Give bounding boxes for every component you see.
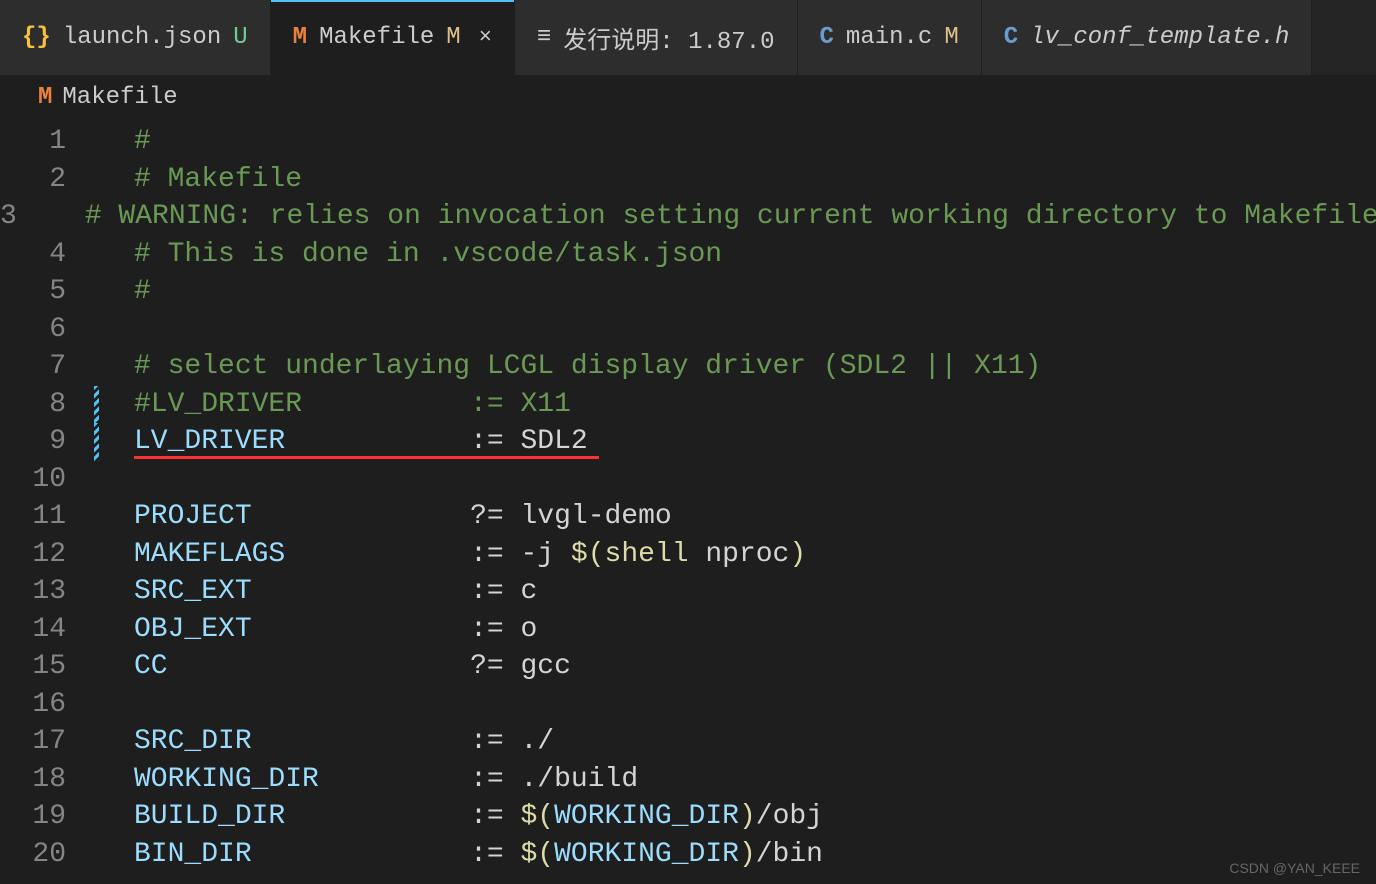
code-line[interactable]: 18WORKING_DIR := ./build — [0, 761, 1376, 799]
line-number: 11 — [0, 501, 94, 532]
line-content[interactable]: # — [94, 276, 151, 307]
line-content[interactable]: BUILD_DIR := $(WORKING_DIR)/obj — [94, 801, 823, 832]
line-content[interactable]: SRC_DIR := ./ — [94, 726, 554, 757]
line-content[interactable]: OBJ_EXT := o — [94, 614, 537, 645]
code-line[interactable]: 7# select underlaying LCGL display drive… — [0, 348, 1376, 386]
file-icon: C — [1004, 24, 1018, 51]
line-number: 17 — [0, 726, 94, 757]
code-line[interactable]: 5# — [0, 273, 1376, 311]
line-content[interactable]: CC ?= gcc — [94, 651, 571, 682]
line-number: 2 — [0, 164, 94, 195]
line-content[interactable]: # Makefile — [94, 164, 302, 195]
line-number: 1 — [0, 126, 94, 157]
tab-label: main.c — [846, 24, 932, 51]
file-icon: ≡ — [537, 24, 551, 51]
line-number: 7 — [0, 351, 94, 382]
annotation-underline — [134, 456, 599, 459]
tab-2[interactable]: ≡ 发行说明: 1.87.0 — [515, 0, 798, 75]
git-status: M — [944, 24, 958, 51]
line-content[interactable]: # WARNING: relies on invocation setting … — [45, 201, 1376, 232]
close-icon[interactable]: × — [479, 25, 492, 50]
line-content[interactable]: SRC_EXT := c — [94, 576, 537, 607]
line-number: 14 — [0, 614, 94, 645]
code-line[interactable]: 16 — [0, 686, 1376, 724]
line-number: 18 — [0, 764, 94, 795]
code-line[interactable]: 4# This is done in .vscode/task.json — [0, 236, 1376, 274]
line-number: 19 — [0, 801, 94, 832]
line-content[interactable]: # select underlaying LCGL display driver… — [94, 351, 1041, 382]
tab-label: launch.json — [63, 24, 221, 51]
line-number: 16 — [0, 689, 94, 720]
line-content[interactable]: # This is done in .vscode/task.json — [94, 239, 722, 270]
code-line[interactable]: 2# Makefile — [0, 161, 1376, 199]
breadcrumb[interactable]: M Makefile — [0, 76, 1376, 119]
line-content[interactable]: #LV_DRIVER := X11 — [94, 389, 571, 420]
tab-label: 发行说明: 1.87.0 — [563, 20, 774, 56]
git-status: U — [233, 24, 247, 51]
tab-1[interactable]: M Makefile M × — [271, 0, 515, 75]
line-number: 10 — [0, 464, 94, 495]
line-number: 4 — [0, 239, 94, 270]
watermark: CSDN @YAN_KEEE — [1229, 860, 1360, 876]
line-content[interactable]: WORKING_DIR := ./build — [94, 764, 638, 795]
line-number: 5 — [0, 276, 94, 307]
line-number: 6 — [0, 314, 94, 345]
line-number: 20 — [0, 839, 94, 870]
code-line[interactable]: 14OBJ_EXT := o — [0, 611, 1376, 649]
gutter-marker-modified — [94, 423, 99, 461]
line-number: 15 — [0, 651, 94, 682]
line-content[interactable]: MAKEFLAGS := -j $(shell nproc) — [94, 539, 806, 570]
tab-3[interactable]: Cmain.c M — [798, 0, 982, 75]
file-icon: M — [293, 24, 307, 51]
code-line[interactable]: 15CC ?= gcc — [0, 648, 1376, 686]
line-number: 8 — [0, 389, 94, 420]
code-editor[interactable]: 1#2# Makefile3# WARNING: relies on invoc… — [0, 119, 1376, 877]
gutter-marker-modified — [94, 386, 99, 424]
line-number: 3 — [0, 201, 45, 232]
breadcrumb-label: Makefile — [62, 84, 177, 111]
makefile-icon: M — [38, 84, 52, 111]
file-icon: {} — [22, 24, 51, 51]
code-line[interactable]: 12MAKEFLAGS := -j $(shell nproc) — [0, 536, 1376, 574]
code-line[interactable]: 17SRC_DIR := ./ — [0, 723, 1376, 761]
code-line[interactable]: 13SRC_EXT := c — [0, 573, 1376, 611]
line-content[interactable]: LV_DRIVER := SDL2 — [94, 426, 588, 457]
code-line[interactable]: 20BIN_DIR := $(WORKING_DIR)/bin — [0, 836, 1376, 874]
line-content[interactable]: PROJECT ?= lvgl-demo — [94, 501, 672, 532]
code-line[interactable]: 11PROJECT ?= lvgl-demo — [0, 498, 1376, 536]
tabs-bar: {} launch.json U M Makefile M × ≡ 发行说明: 1.87.0 Cm… — [0, 0, 1376, 76]
line-number: 9 — [0, 426, 94, 457]
tab-label: Makefile — [319, 24, 434, 51]
line-number: 13 — [0, 576, 94, 607]
git-status: M — [446, 24, 460, 51]
line-content[interactable]: # — [94, 126, 151, 157]
line-content[interactable]: BIN_DIR := $(WORKING_DIR)/bin — [94, 839, 823, 870]
file-icon: C — [820, 24, 834, 51]
line-number: 12 — [0, 539, 94, 570]
code-line[interactable]: 1# — [0, 123, 1376, 161]
code-line[interactable]: 19BUILD_DIR := $(WORKING_DIR)/obj — [0, 798, 1376, 836]
tab-0[interactable]: {} launch.json U — [0, 0, 271, 75]
code-line[interactable]: 6 — [0, 311, 1376, 349]
code-line[interactable]: 8#LV_DRIVER := X11 — [0, 386, 1376, 424]
tab-4[interactable]: Clv_conf_template.h — [982, 0, 1313, 75]
code-line[interactable]: 3# WARNING: relies on invocation setting… — [0, 198, 1376, 236]
code-line[interactable]: 9LV_DRIVER := SDL2 — [0, 423, 1376, 461]
tab-label: lv_conf_template.h — [1030, 24, 1289, 51]
code-line[interactable]: 10 — [0, 461, 1376, 499]
